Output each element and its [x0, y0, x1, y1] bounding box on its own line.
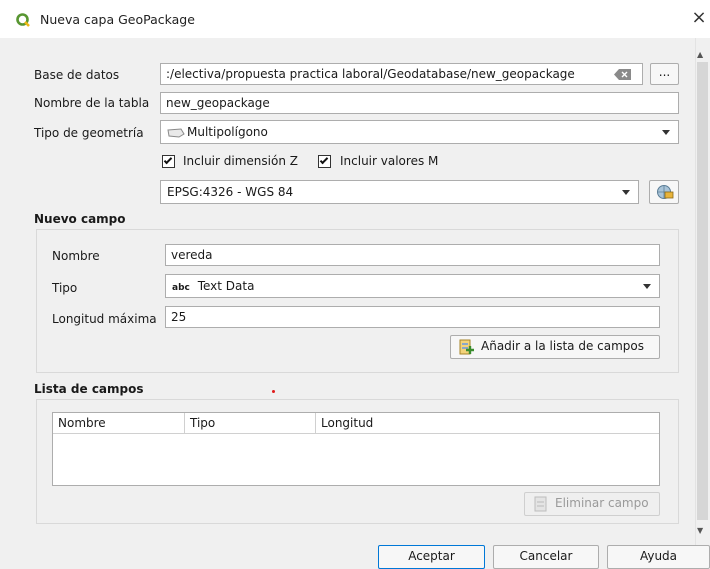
add-field-button[interactable]: Añadir a la lista de campos [450, 335, 660, 359]
scroll-down-icon[interactable]: ▼ [697, 526, 703, 535]
include-m-checkbox[interactable] [318, 155, 331, 168]
crs-globe-icon [656, 184, 674, 200]
field-type-select[interactable]: abc Text Data [165, 274, 660, 298]
column-header-name[interactable]: Nombre [53, 413, 185, 434]
chevron-down-icon [643, 284, 651, 289]
checkmark-icon [163, 155, 173, 165]
field-type-label: Tipo [52, 281, 78, 295]
ok-button[interactable]: Aceptar [378, 545, 485, 569]
database-path-input[interactable]: :/electiva/propuesta practica laboral/Ge… [160, 63, 643, 85]
add-field-label: Añadir a la lista de campos [481, 339, 644, 353]
table-name-label: Nombre de la tabla [34, 96, 150, 110]
geometry-type-select[interactable]: Multipolígono [160, 120, 679, 144]
include-m-label: Incluir valores M [340, 154, 439, 168]
include-z-label: Incluir dimensión Z [183, 154, 298, 168]
table-name-input[interactable]: new_geopackage [160, 92, 679, 114]
include-z-checkbox[interactable] [162, 155, 175, 168]
field-name-label: Nombre [52, 249, 100, 263]
crs-select[interactable]: EPSG:4326 - WGS 84 [160, 180, 639, 204]
field-list-section-title: Lista de campos [34, 382, 144, 396]
new-field-section-title: Nuevo campo [34, 212, 126, 226]
text-type-icon: abc [172, 283, 190, 293]
max-length-label: Longitud máxima [52, 312, 157, 326]
remove-field-icon [533, 496, 549, 512]
chevron-down-icon [662, 130, 670, 135]
database-label: Base de datos [34, 68, 120, 82]
column-header-length[interactable]: Longitud [316, 413, 659, 434]
add-field-icon [459, 339, 475, 355]
clear-input-icon[interactable] [614, 69, 632, 80]
polygon-icon [167, 127, 185, 138]
column-header-type[interactable]: Tipo [185, 413, 316, 434]
qgis-icon [16, 13, 30, 27]
close-icon[interactable]: × [690, 8, 708, 28]
help-button[interactable]: Ayuda [607, 545, 710, 569]
remove-field-label: Eliminar campo [555, 496, 649, 510]
crs-value: EPSG:4326 - WGS 84 [167, 185, 294, 199]
database-path-text: :/electiva/propuesta practica laboral/Ge… [166, 67, 575, 81]
geometry-type-label: Tipo de geometría [34, 126, 144, 140]
scroll-up-icon[interactable]: ▲ [697, 50, 703, 59]
red-dot-marker [272, 390, 275, 393]
field-name-input[interactable]: vereda [165, 244, 660, 266]
browse-button[interactable]: ... [650, 63, 679, 85]
geometry-type-value: Multipolígono [187, 125, 268, 139]
crs-selector-button[interactable] [649, 180, 679, 204]
field-type-value: Text Data [197, 279, 255, 293]
field-list-table[interactable]: Nombre Tipo Longitud [52, 412, 660, 486]
checkmark-icon [319, 155, 329, 165]
chevron-down-icon [622, 190, 630, 195]
scrollbar-thumb[interactable] [697, 62, 708, 520]
max-length-input[interactable]: 25 [165, 306, 660, 328]
window-title: Nueva capa GeoPackage [40, 12, 195, 27]
cancel-button[interactable]: Cancelar [493, 545, 599, 569]
remove-field-button[interactable]: Eliminar campo [524, 492, 660, 516]
